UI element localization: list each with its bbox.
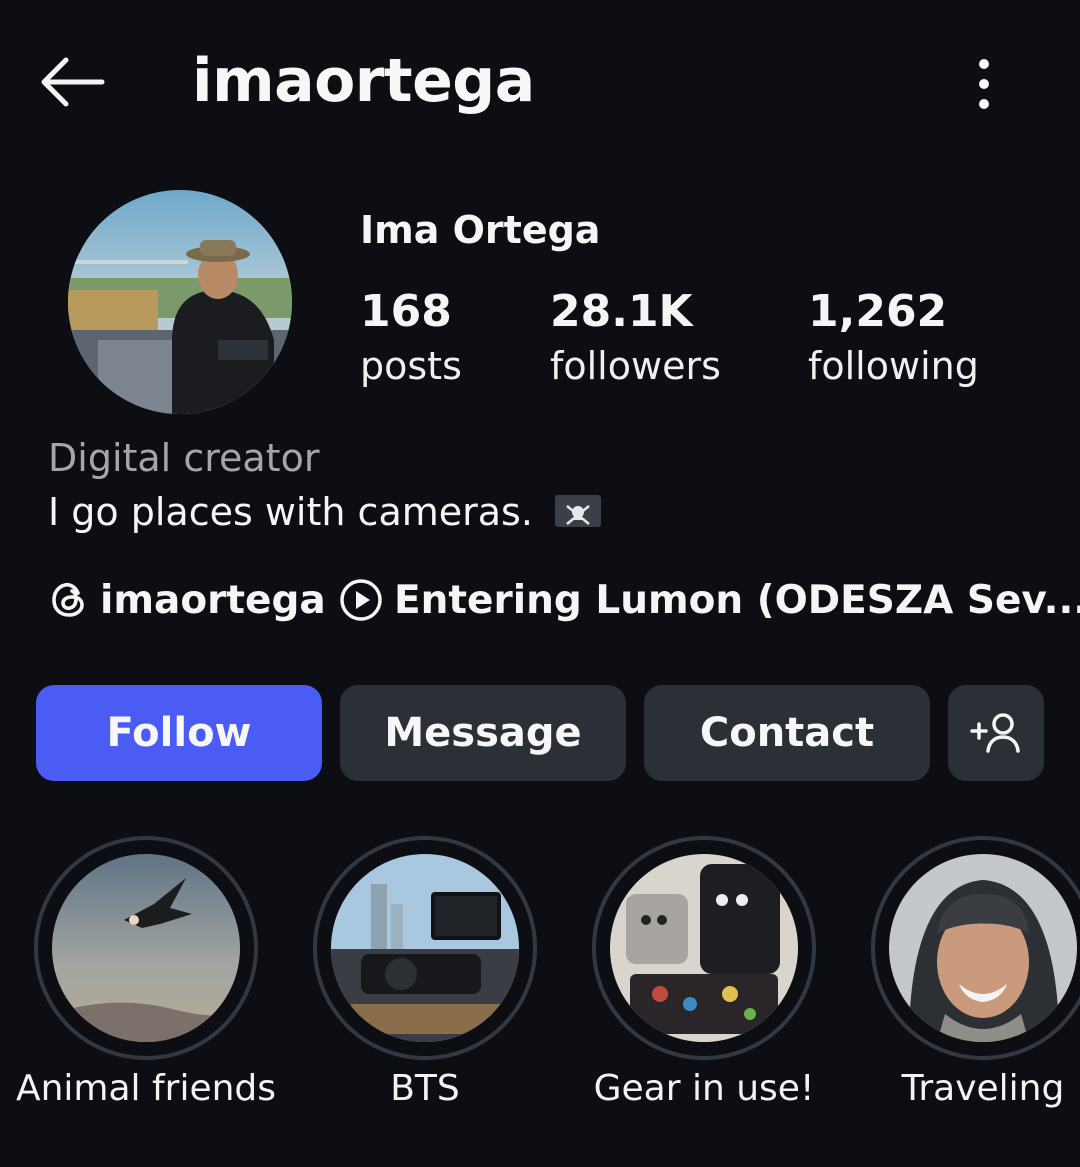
more-vertical-icon[interactable] bbox=[964, 56, 1004, 112]
threads-icon bbox=[52, 582, 84, 617]
highlight-ring bbox=[871, 836, 1080, 1060]
highlight-ring bbox=[34, 836, 258, 1060]
posts-stat[interactable]: 168 posts bbox=[360, 286, 462, 394]
contact-button[interactable]: Contact bbox=[644, 685, 930, 781]
profile-links: imaortega Entering Lumon (ODESZA Sev... bbox=[48, 572, 1080, 628]
highlight-ring bbox=[313, 836, 537, 1060]
followers-count: 28.1K bbox=[550, 286, 693, 337]
profile-username: imaortega bbox=[192, 46, 535, 116]
pirate-flag-icon bbox=[555, 494, 602, 527]
followers-label: followers bbox=[550, 344, 721, 388]
profile-avatar[interactable] bbox=[68, 190, 292, 414]
message-button[interactable]: Message bbox=[340, 685, 626, 781]
profile-category: Digital creator bbox=[48, 436, 320, 480]
following-count: 1,262 bbox=[808, 286, 948, 337]
highlight-thumbnail bbox=[889, 854, 1077, 1042]
threads-link[interactable]: imaortega bbox=[48, 578, 338, 623]
highlight-gear-in-use[interactable]: Gear in use! bbox=[592, 836, 816, 1109]
posts-count: 168 bbox=[360, 286, 452, 337]
highlight-thumbnail bbox=[610, 854, 798, 1042]
highlight-label: Gear in use! bbox=[593, 1068, 815, 1109]
profile-full-name: Ima Ortega bbox=[360, 208, 601, 252]
highlight-ring bbox=[592, 836, 816, 1060]
suggested-users-button[interactable] bbox=[948, 685, 1044, 781]
following-stat[interactable]: 1,262 following bbox=[808, 286, 979, 394]
highlight-label: Traveling bbox=[901, 1068, 1065, 1109]
highlight-thumbnail bbox=[331, 854, 519, 1042]
highlight-thumbnail bbox=[52, 854, 240, 1042]
highlight-bts[interactable]: BTS bbox=[313, 836, 537, 1109]
follow-button[interactable]: Follow bbox=[36, 685, 322, 781]
followers-stat[interactable]: 28.1K followers bbox=[550, 286, 721, 394]
music-track: Entering Lumon (ODESZA Sev... bbox=[394, 577, 1080, 623]
bio-text: I go places with cameras. bbox=[48, 490, 533, 534]
following-label: following bbox=[808, 344, 979, 388]
arrow-left-icon[interactable] bbox=[36, 52, 108, 112]
add-user-icon bbox=[970, 713, 1020, 753]
play-circle-icon bbox=[340, 579, 382, 621]
highlight-traveling[interactable]: Traveling bbox=[871, 836, 1080, 1109]
threads-handle: imaortega bbox=[100, 577, 326, 623]
highlight-label: BTS bbox=[390, 1068, 460, 1109]
top-bar: imaortega bbox=[0, 0, 1080, 170]
highlight-label: Animal friends bbox=[15, 1068, 277, 1109]
music-link[interactable]: Entering Lumon (ODESZA Sev... bbox=[338, 577, 1080, 623]
profile-bio: I go places with cameras. bbox=[48, 490, 602, 534]
highlight-animal-friends[interactable]: Animal friends bbox=[16, 836, 276, 1109]
posts-label: posts bbox=[360, 344, 462, 388]
